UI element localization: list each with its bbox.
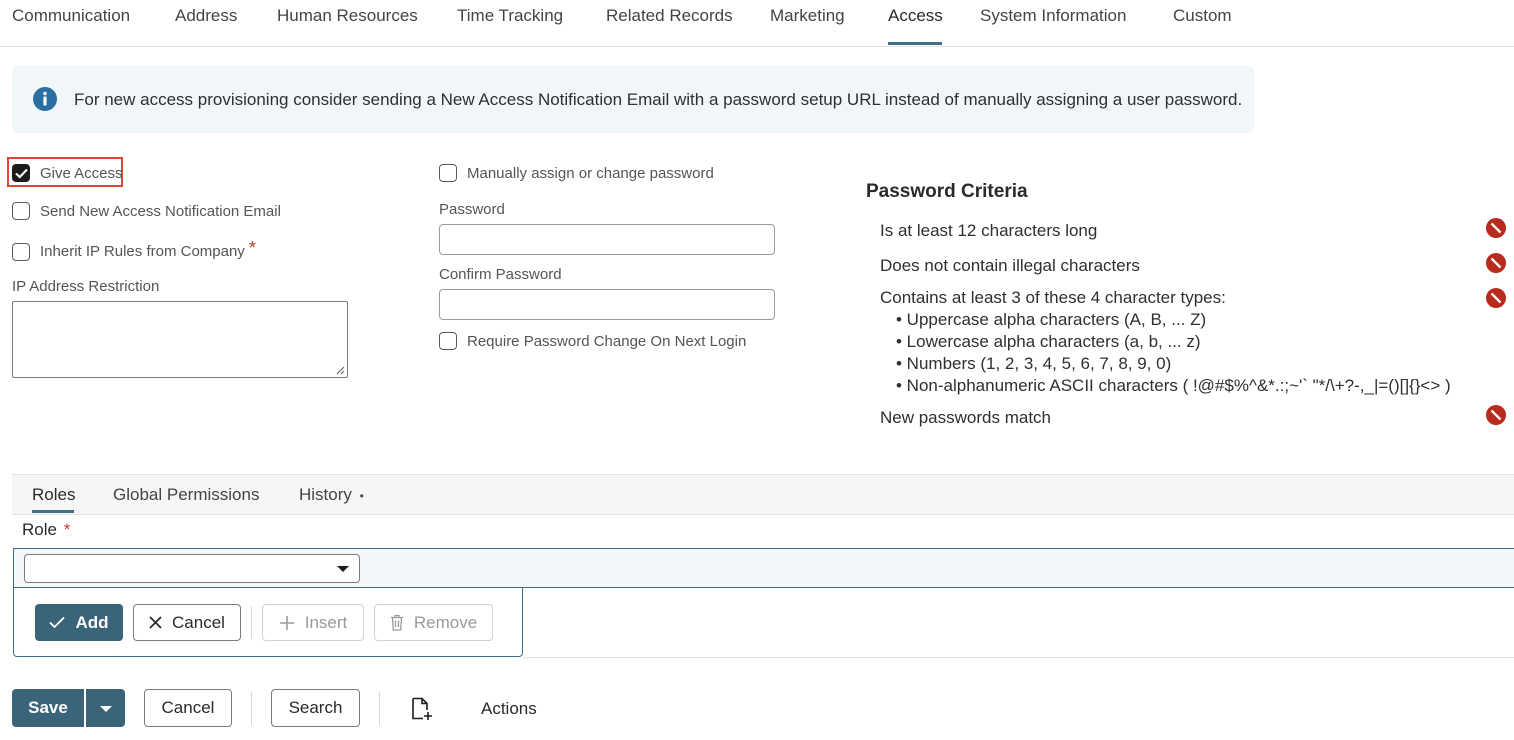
role-column-header: Role * (22, 520, 70, 540)
criteria-sub-item: • Numbers (1, 2, 3, 4, 5, 6, 7, 8, 9, 0) (896, 354, 1172, 373)
password-label: Password (439, 201, 505, 218)
info-banner: For new access provisioning consider sen… (12, 66, 1254, 133)
required-marker: * (63, 520, 71, 539)
trash-icon (390, 614, 403, 631)
ip-restriction-textarea[interactable] (12, 301, 348, 378)
criteria-fail-icon (1486, 405, 1506, 425)
tab-related-records[interactable]: Related Records (606, 6, 733, 26)
tab-time-tracking[interactable]: Time Tracking (457, 6, 563, 26)
password-criteria-title: Password Criteria (866, 181, 1028, 202)
tab-access[interactable]: Access (888, 6, 943, 26)
tab-system-information[interactable]: System Information (980, 6, 1126, 26)
checkbox-box[interactable] (12, 202, 30, 220)
sublist-tab-roles[interactable]: Roles (32, 485, 75, 505)
save-button[interactable]: Save (12, 689, 84, 727)
sublist-tab-global-permissions[interactable]: Global Permissions (113, 485, 259, 505)
divider (523, 657, 1514, 658)
inherit-ip-checkbox[interactable]: Inherit IP Rules from Company * (12, 238, 256, 262)
send-notification-checkbox[interactable]: Send New Access Notification Email (12, 202, 281, 220)
criteria-sub-item: • Non-alphanumeric ASCII characters ( !@… (896, 376, 1451, 395)
search-button[interactable]: Search (271, 689, 360, 727)
criteria-fail-icon (1486, 253, 1506, 273)
give-access-label: Give Access (40, 164, 123, 182)
check-icon (49, 616, 66, 629)
role-label-text: Role (22, 520, 57, 539)
confirm-password-input[interactable] (439, 289, 775, 320)
tab-communication[interactable]: Communication (12, 6, 130, 26)
save-options-button[interactable] (86, 689, 125, 727)
active-tab-indicator (888, 42, 942, 45)
remove-label: Remove (413, 612, 478, 632)
tab-marketing[interactable]: Marketing (770, 6, 845, 26)
send-notification-label: Send New Access Notification Email (40, 202, 281, 220)
manual-password-checkbox[interactable]: Manually assign or change password (439, 164, 714, 182)
sublist-tab-history[interactable]: History • (299, 485, 364, 505)
remove-row-button[interactable]: Remove (374, 604, 493, 641)
cancel-row-button[interactable]: Cancel (133, 604, 241, 641)
info-icon (33, 87, 57, 111)
required-marker: * (248, 238, 256, 258)
password-input[interactable] (439, 224, 775, 255)
ip-restriction-label: IP Address Restriction (12, 278, 160, 295)
plus-icon (279, 615, 294, 630)
search-label: Search (288, 698, 343, 717)
require-change-label: Require Password Change On Next Login (467, 332, 747, 350)
divider (251, 692, 252, 725)
add-row-button[interactable]: Add (35, 604, 123, 641)
insert-label: Insert (304, 612, 348, 632)
role-dropdown[interactable] (24, 554, 360, 583)
sublist-tabs: Roles Global Permissions History • (12, 474, 1514, 515)
chevron-down-icon (100, 706, 112, 712)
checkbox-checked-icon[interactable] (12, 164, 30, 182)
require-change-checkbox[interactable]: Require Password Change On Next Login (439, 332, 746, 350)
criteria-fail-icon (1486, 288, 1506, 308)
new-document-icon[interactable] (411, 697, 433, 721)
criteria-item: Is at least 12 characters long (880, 221, 1098, 240)
actions-menu[interactable]: Actions (481, 699, 537, 719)
banner-message: For new access provisioning consider sen… (74, 90, 1243, 109)
chevron-down-icon[interactable] (337, 566, 349, 572)
checkbox-box[interactable] (439, 164, 457, 182)
tab-custom[interactable]: Custom (1173, 6, 1232, 26)
criteria-item: Does not contain illegal characters (880, 256, 1140, 275)
cancel-label: Cancel (161, 698, 215, 717)
resize-handle-icon[interactable] (335, 365, 345, 375)
save-label: Save (28, 698, 68, 717)
tab-human-resources[interactable]: Human Resources (277, 6, 418, 26)
history-dot: • (359, 489, 364, 503)
confirm-password-label: Confirm Password (439, 266, 562, 283)
tab-address[interactable]: Address (175, 6, 237, 26)
checkbox-box[interactable] (439, 332, 457, 350)
divider (251, 606, 252, 639)
add-label: Add (75, 612, 109, 632)
checkbox-box[interactable] (12, 242, 30, 261)
manual-password-label: Manually assign or change password (467, 164, 714, 182)
record-tabs: Communication Address Human Resources Ti… (0, 0, 1514, 47)
cancel-row-label: Cancel (172, 612, 225, 632)
inherit-ip-label: Inherit IP Rules from Company (40, 243, 245, 260)
criteria-item: Contains at least 3 of these 4 character… (880, 288, 1226, 307)
divider (379, 692, 380, 725)
active-sublist-indicator (32, 510, 74, 513)
criteria-fail-icon (1486, 218, 1506, 238)
close-icon (149, 616, 162, 629)
give-access-checkbox[interactable]: Give Access (12, 164, 123, 182)
history-tab-label: History (299, 485, 352, 504)
criteria-item: New passwords match (880, 408, 1052, 427)
cancel-button[interactable]: Cancel (144, 689, 232, 727)
criteria-sub-item: • Uppercase alpha characters (A, B, ... … (896, 310, 1207, 329)
insert-row-button[interactable]: Insert (262, 604, 364, 641)
criteria-sub-item: • Lowercase alpha characters (a, b, ... … (896, 332, 1201, 351)
